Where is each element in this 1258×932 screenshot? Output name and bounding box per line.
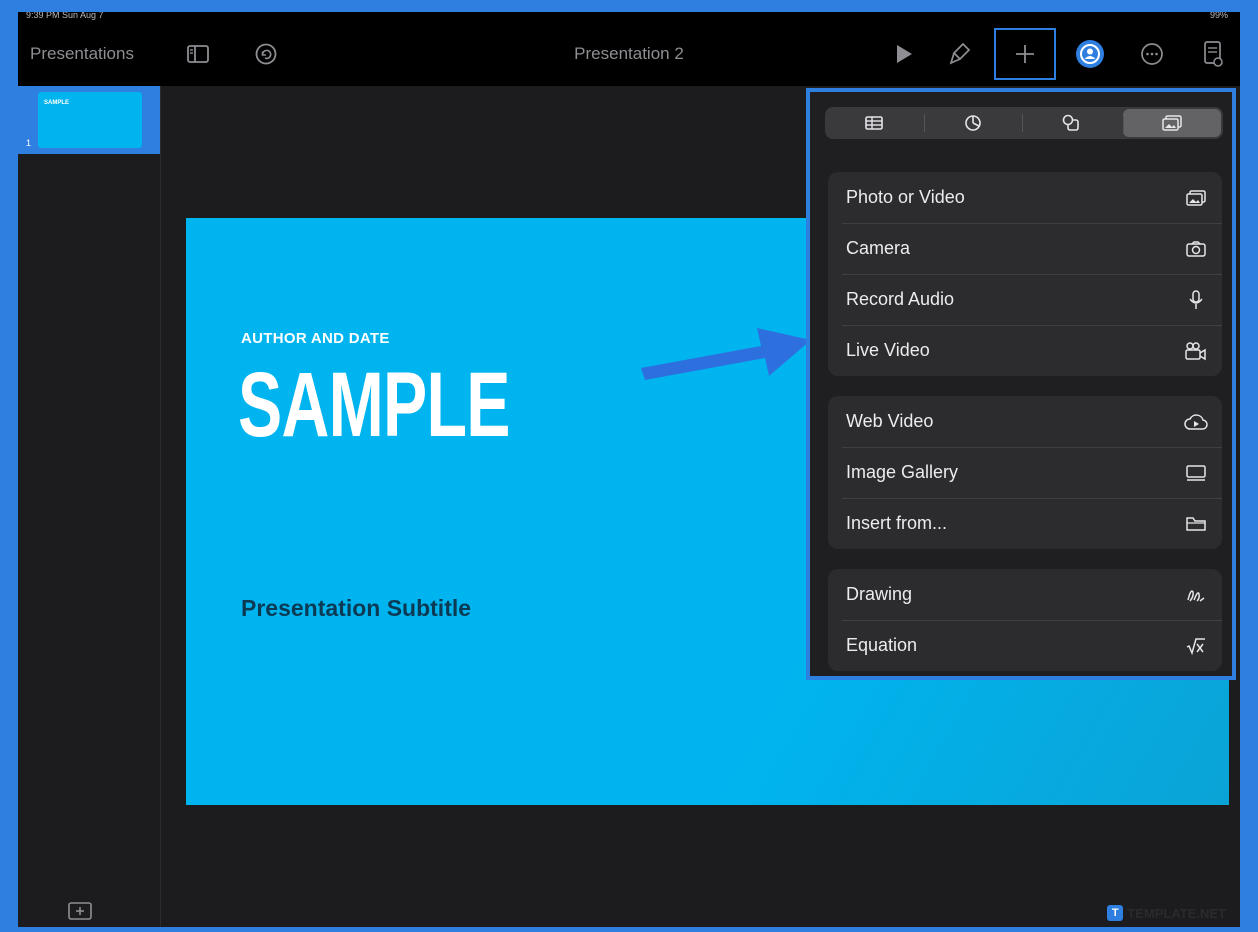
add-slide-icon — [68, 902, 92, 920]
menu-item-web-video[interactable]: Web Video — [828, 396, 1222, 447]
document-options-button[interactable] — [1196, 22, 1230, 86]
pointer-arrow-annotation — [641, 328, 811, 380]
play-icon — [897, 45, 912, 63]
chart-icon — [964, 115, 981, 131]
insert-button[interactable] — [994, 28, 1056, 80]
undo-button[interactable] — [246, 22, 286, 86]
status-battery: 99% — [1209, 12, 1228, 20]
slide-thumbnail-label: SAMPLE — [44, 100, 70, 106]
menu-item-live-video[interactable]: Live Video — [828, 325, 1222, 376]
menu-item-label: Camera — [846, 238, 911, 258]
menu-item-record-audio[interactable]: Record Audio — [828, 274, 1222, 325]
menu-item-label: Image Gallery — [846, 462, 959, 482]
camera-icon — [1184, 237, 1208, 261]
insert-popover: Photo or Video Camera Record Audio Live … — [810, 92, 1232, 676]
watermark-logo: T — [1107, 905, 1124, 921]
menu-item-label: Insert from... — [846, 513, 948, 533]
shapes-icon — [1062, 114, 1080, 131]
collaborate-icon — [1076, 40, 1104, 68]
sidebar-icon — [187, 45, 209, 63]
menu-item-label: Equation — [846, 635, 918, 655]
menu-item-label: Live Video — [846, 340, 930, 360]
undo-icon — [255, 43, 277, 65]
menu-item-label: Photo or Video — [846, 187, 965, 207]
status-bar: 9:39 PM Sun Aug 7 99% — [18, 12, 1240, 22]
presentations-label: Presentations — [30, 44, 134, 63]
table-icon — [865, 116, 884, 130]
watermark-text: TEMPLATE.NET — [1127, 905, 1226, 921]
menu-item-equation[interactable]: Equation — [828, 620, 1222, 671]
menu-item-label: Drawing — [846, 584, 913, 604]
sidebar-toggle-button[interactable] — [178, 22, 218, 86]
media-group-1: Photo or Video Camera Record Audio Live … — [828, 172, 1222, 376]
menu-item-label: Record Audio — [846, 289, 955, 309]
slide-thumbnail[interactable]: SAMPLE — [38, 92, 142, 148]
add-slide-button[interactable] — [66, 901, 94, 921]
media-group-2: Web Video Image Gallery Insert from... — [828, 396, 1222, 549]
slide-title-text[interactable]: SAMPLE — [238, 350, 510, 460]
photo-icon — [1184, 186, 1208, 210]
document-title-text: Presentation 2 — [574, 44, 684, 63]
format-button[interactable] — [940, 22, 980, 86]
folder-icon — [1184, 512, 1208, 536]
slide-navigator: SAMPLE 1 — [18, 86, 161, 927]
microphone-icon — [1184, 288, 1208, 312]
insert-category-tabs — [825, 107, 1223, 139]
image-gallery-icon — [1184, 461, 1208, 485]
menu-item-image-gallery[interactable]: Image Gallery — [828, 447, 1222, 498]
tab-charts[interactable] — [923, 107, 1023, 139]
watermark: T TEMPLATE.NET — [1107, 905, 1226, 921]
more-button[interactable] — [1134, 22, 1170, 86]
slide-thumbnail-selected[interactable]: SAMPLE 1 — [18, 86, 160, 154]
menu-item-camera[interactable]: Camera — [828, 223, 1222, 274]
tab-media[interactable] — [1122, 109, 1221, 137]
tab-tables[interactable] — [825, 107, 924, 139]
tab-shapes[interactable] — [1022, 107, 1121, 139]
media-icon — [1162, 115, 1182, 131]
play-button[interactable] — [886, 22, 922, 86]
plus-icon — [1016, 45, 1034, 63]
ipad-screen: 9:39 PM Sun Aug 7 99% Presentations Pres… — [18, 12, 1240, 927]
slide-subtitle-text[interactable]: Presentation Subtitle — [241, 595, 471, 622]
live-video-icon — [1184, 339, 1208, 363]
slide-number: 1 — [26, 138, 32, 148]
menu-item-label: Web Video — [846, 411, 934, 431]
document-options-icon — [1204, 41, 1223, 67]
equation-icon — [1184, 634, 1208, 658]
drawing-icon — [1184, 583, 1208, 607]
slide-author-text[interactable]: AUTHOR AND DATE — [241, 330, 390, 347]
menu-item-photo-or-video[interactable]: Photo or Video — [828, 172, 1222, 223]
web-video-icon — [1184, 410, 1208, 434]
more-icon — [1141, 43, 1163, 65]
status-time: 9:39 PM Sun Aug 7 — [26, 12, 104, 20]
media-group-3: Drawing Equation — [828, 569, 1222, 671]
paintbrush-icon — [949, 42, 971, 65]
menu-item-insert-from[interactable]: Insert from... — [828, 498, 1222, 549]
collaborate-button[interactable] — [1070, 22, 1110, 86]
presentations-back-button[interactable]: Presentations — [30, 22, 134, 86]
toolbar: Presentations Presentation 2 — [18, 22, 1240, 86]
menu-item-drawing[interactable]: Drawing — [828, 569, 1222, 620]
document-title[interactable]: Presentation 2 — [498, 22, 760, 86]
